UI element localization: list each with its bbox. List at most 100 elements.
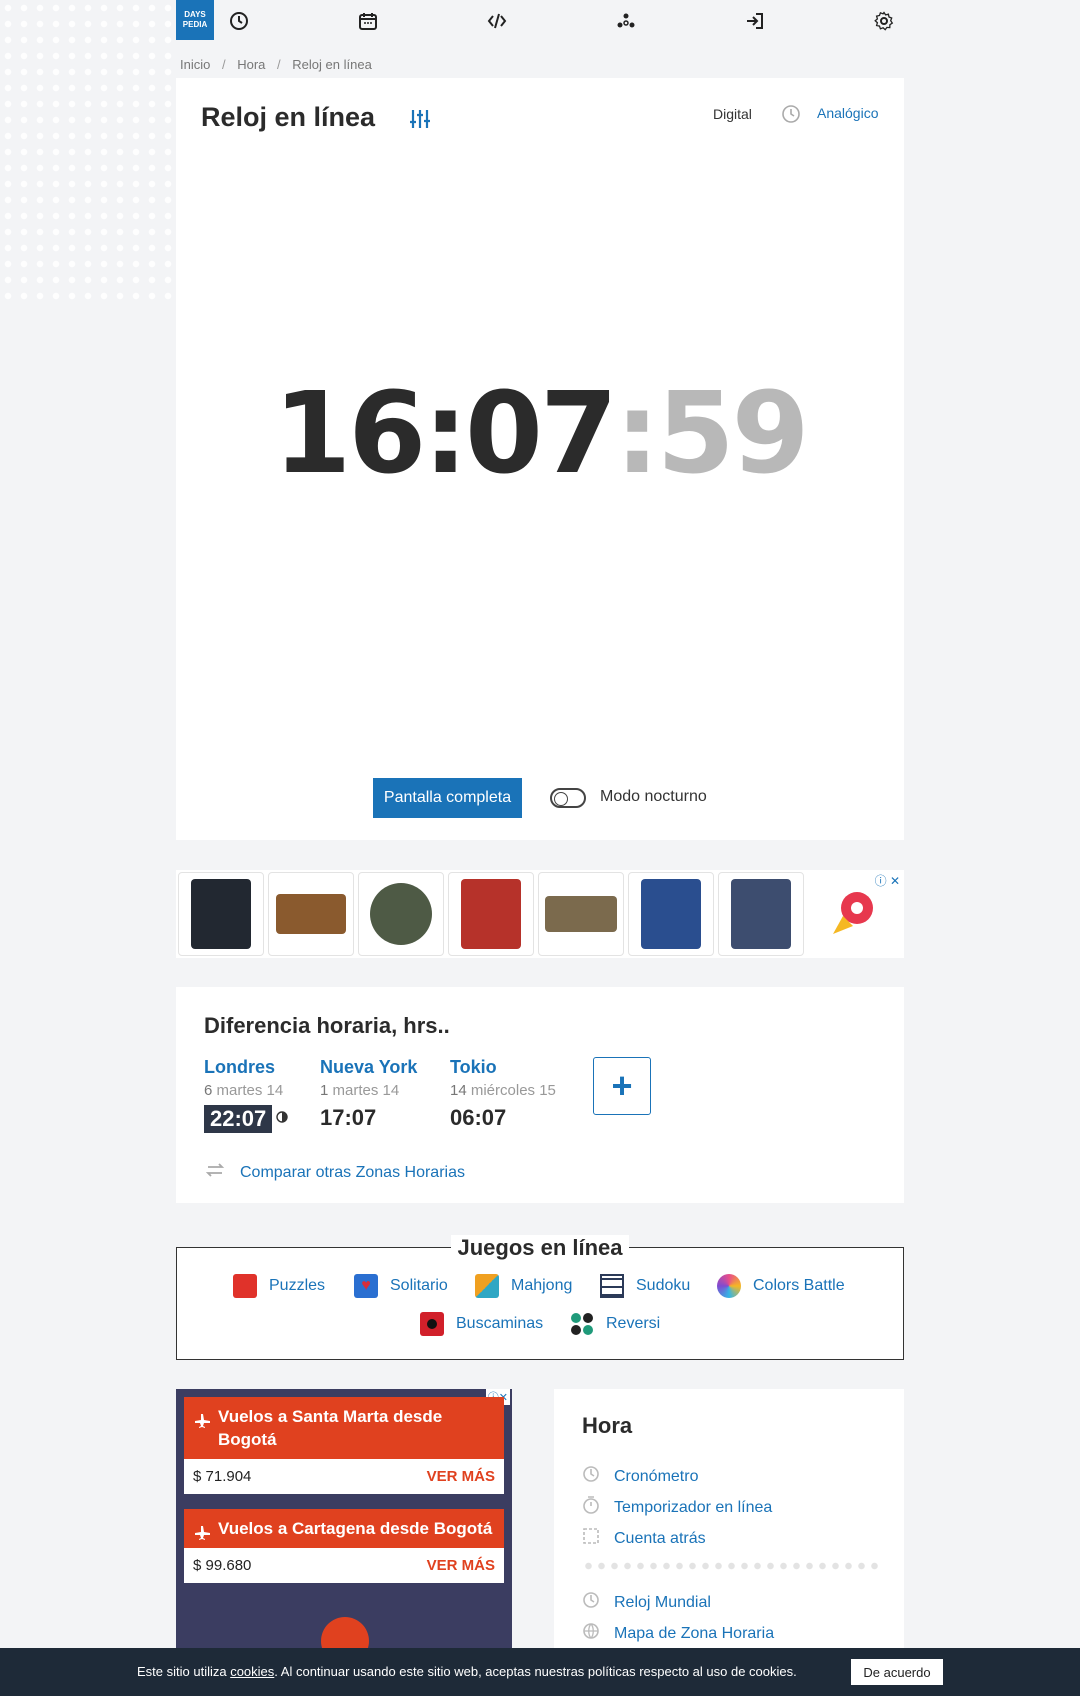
- city-new-york: Nueva York 1 martes 14 17:07: [320, 1057, 417, 1131]
- compare-arrows-icon: [204, 1160, 226, 1185]
- gear-icon[interactable]: [873, 10, 895, 32]
- colors-battle-icon: [717, 1274, 741, 1298]
- ad-thumb-tablet[interactable]: [178, 872, 264, 956]
- product-ad-strip: ⓘ ✕: [176, 870, 904, 958]
- city-date: martes 14: [332, 1082, 400, 1099]
- city-london: Londres 6 martes 14 22:07: [204, 1057, 288, 1133]
- flight-price: $ 99.680: [193, 1557, 252, 1574]
- stopwatch-dial-icon: [582, 1465, 600, 1488]
- time-difference-title: Diferencia horaria, hrs..: [204, 1013, 450, 1038]
- airplane-icon: [194, 1411, 210, 1434]
- cookie-banner: Este sitio utiliza cookies. Al continuar…: [0, 1648, 1080, 1696]
- settings-sliders-icon[interactable]: [408, 108, 432, 135]
- game-mahjong[interactable]: Mahjong: [475, 1274, 572, 1298]
- link-countdown[interactable]: Cuenta atrás: [582, 1527, 706, 1550]
- mine-icon: [420, 1312, 444, 1336]
- sudoku-grid-icon: [600, 1274, 624, 1298]
- city-time: 17:07: [320, 1105, 377, 1130]
- mode-digital[interactable]: Digital: [713, 106, 752, 122]
- globe-icon: [582, 1622, 600, 1645]
- game-sudoku[interactable]: Sudoku: [600, 1274, 690, 1298]
- night-mode-toggle[interactable]: [550, 788, 586, 808]
- city-name[interactable]: Tokio: [450, 1057, 556, 1078]
- clock-icon: [582, 1591, 600, 1614]
- city-name[interactable]: Nueva York: [320, 1057, 417, 1078]
- reversi-icon: [570, 1312, 594, 1336]
- page-title: Reloj en línea: [201, 102, 376, 132]
- heart-card-icon: ♥: [354, 1274, 378, 1298]
- ad-thumb-fifa-game[interactable]: [628, 872, 714, 956]
- mahjong-icon: [475, 1274, 499, 1298]
- clock-seconds: :59: [614, 369, 810, 499]
- breadcrumb-separator: /: [221, 57, 226, 72]
- timer-icon: [582, 1496, 600, 1519]
- flight-price: $ 71.904: [193, 1468, 252, 1485]
- breadcrumb-separator: /: [277, 57, 281, 72]
- clock-card: Reloj en línea Digital Analógico 16:07:5…: [176, 78, 904, 840]
- flight-offer-card[interactable]: Vuelos a Cartagena desde Bogotá $ 99.680…: [184, 1509, 504, 1583]
- ad-thumb-iphone-13[interactable]: [718, 872, 804, 956]
- compare-timezones-label: Comparar otras Zonas Horarias: [240, 1163, 465, 1181]
- see-more-link[interactable]: VER MÁS: [427, 1557, 495, 1574]
- breadcrumb-current: Reloj en línea: [292, 57, 372, 72]
- night-half-moon-icon: [276, 1110, 288, 1128]
- network-icon[interactable]: [615, 10, 637, 32]
- flights-ad: ⓘ✕ Vuelos a Santa Marta desde Bogotá $ 7…: [176, 1389, 512, 1665]
- breadcrumb: Inicio / Hora / Reloj en línea: [180, 57, 380, 72]
- dotted-divider: [582, 1562, 878, 1570]
- breadcrumb-home[interactable]: Inicio: [180, 57, 210, 72]
- online-games-title: Juegos en línea: [451, 1235, 629, 1260]
- game-solitaire[interactable]: ♥ Solitario: [354, 1274, 448, 1298]
- link-world-clock[interactable]: Reloj Mundial: [582, 1591, 711, 1614]
- countdown-icon: [582, 1527, 600, 1550]
- clock-icon[interactable]: [228, 10, 250, 32]
- time-tools-card: Hora Cronómetro Temporizador en línea Cu…: [554, 1389, 904, 1649]
- code-icon[interactable]: [486, 10, 508, 32]
- flight-offer-title: Vuelos a Santa Marta desde Bogotá: [218, 1407, 443, 1449]
- fullscreen-button[interactable]: Pantalla completa: [373, 778, 522, 818]
- city-time: 22:07: [204, 1105, 273, 1133]
- add-city-button[interactable]: +: [593, 1057, 651, 1115]
- city-offset: 1: [320, 1082, 329, 1099]
- analog-clock-icon: [781, 104, 801, 129]
- ad-thumb-dinosaur-toy[interactable]: [538, 872, 624, 956]
- night-mode-label: Modo nocturno: [600, 788, 707, 805]
- city-time: 06:07: [450, 1105, 507, 1130]
- digital-clock-display: 16:07:59: [176, 378, 904, 490]
- city-date: miércoles 15: [470, 1082, 556, 1099]
- compare-timezones-link[interactable]: Comparar otras Zonas Horarias: [204, 1160, 465, 1185]
- see-more-link[interactable]: VER MÁS: [427, 1468, 495, 1485]
- city-offset: 14: [450, 1082, 467, 1099]
- game-minesweeper[interactable]: Buscaminas: [420, 1312, 543, 1336]
- puzzles-icon: [233, 1274, 257, 1298]
- time-difference-card: Diferencia horaria, hrs.. Londres 6 mart…: [176, 987, 904, 1203]
- mode-analog[interactable]: Analógico: [817, 105, 879, 121]
- link-timer[interactable]: Temporizador en línea: [582, 1496, 772, 1519]
- background-dot-pattern: [0, 0, 180, 300]
- city-name[interactable]: Londres: [204, 1057, 288, 1078]
- cookies-link[interactable]: cookies: [230, 1664, 274, 1679]
- accept-cookies-button[interactable]: De acuerdo: [851, 1659, 943, 1685]
- game-reversi[interactable]: Reversi: [570, 1312, 660, 1336]
- online-games-box: Juegos en línea Puzzles ♥ Solitario Mahj…: [176, 1235, 904, 1360]
- game-puzzles[interactable]: Puzzles: [233, 1274, 325, 1298]
- breadcrumb-time[interactable]: Hora: [237, 57, 265, 72]
- calendar-icon[interactable]: [357, 10, 379, 32]
- city-offset: 6: [204, 1082, 213, 1099]
- flight-offer-title: Vuelos a Cartagena desde Bogotá: [218, 1519, 493, 1538]
- time-tools-title: Hora: [582, 1413, 633, 1438]
- dayspedia-logo[interactable]: DAYS PEDIA: [176, 0, 214, 40]
- game-colors-battle[interactable]: Colors Battle: [717, 1274, 845, 1298]
- top-navigation: DAYS PEDIA: [176, 0, 904, 40]
- ad-thumb-spiderman-movie[interactable]: [448, 872, 534, 956]
- clock-hours-minutes: 16:07: [273, 369, 618, 499]
- cookie-message: Este sitio utiliza cookies. Al continuar…: [137, 1664, 797, 1679]
- ad-choices-icon[interactable]: ⓘ ✕: [875, 872, 900, 889]
- link-timezone-map[interactable]: Mapa de Zona Horaria: [582, 1622, 774, 1645]
- flight-offer-card[interactable]: Vuelos a Santa Marta desde Bogotá $ 71.9…: [184, 1397, 504, 1494]
- link-stopwatch[interactable]: Cronómetro: [582, 1465, 698, 1488]
- airplane-icon: [194, 1523, 210, 1546]
- ad-thumb-toy-truck[interactable]: [268, 872, 354, 956]
- login-icon[interactable]: [744, 10, 766, 32]
- ad-thumb-watch[interactable]: [358, 872, 444, 956]
